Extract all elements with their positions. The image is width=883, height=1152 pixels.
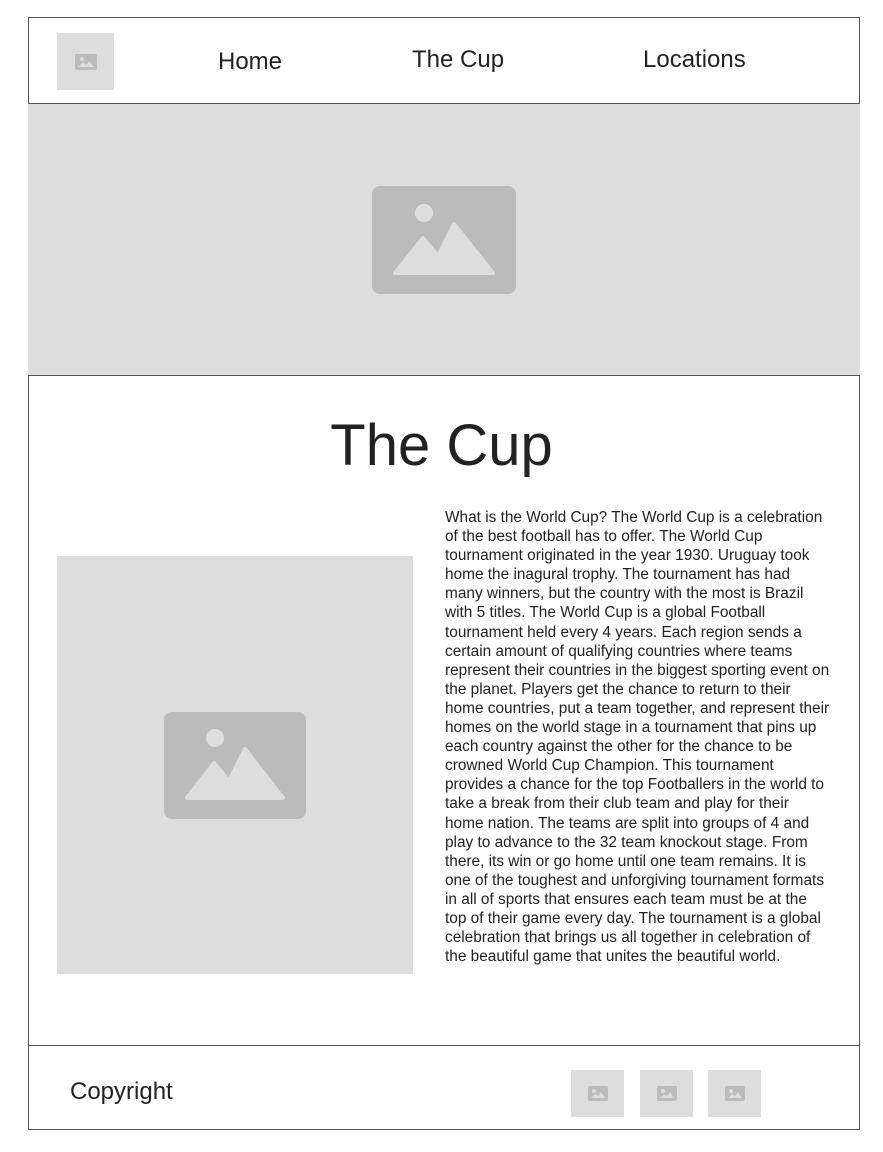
image-placeholder-icon [164,711,306,819]
image-placeholder-icon [656,1086,677,1101]
copyright-text: Copyright [70,1078,173,1105]
nav-locations-link[interactable]: Locations [643,48,746,72]
hero-divider [28,375,860,376]
social-icon-3[interactable] [708,1070,761,1117]
footer-divider [28,1045,860,1046]
hero-image [28,104,860,375]
image-placeholder-icon [587,1086,608,1101]
logo[interactable] [57,33,114,90]
nav-the-cup-link[interactable]: The Cup [412,48,504,72]
nav-home-link[interactable]: Home [218,50,282,74]
social-icon-1[interactable] [571,1070,624,1117]
image-placeholder-icon [724,1086,745,1101]
page-title: The Cup [330,413,553,478]
image-placeholder-icon [372,185,516,294]
image-placeholder-icon [74,53,97,70]
social-icon-2[interactable] [640,1070,693,1117]
body-text: What is the World Cup? The World Cup is … [445,509,830,966]
content-image [57,556,413,974]
